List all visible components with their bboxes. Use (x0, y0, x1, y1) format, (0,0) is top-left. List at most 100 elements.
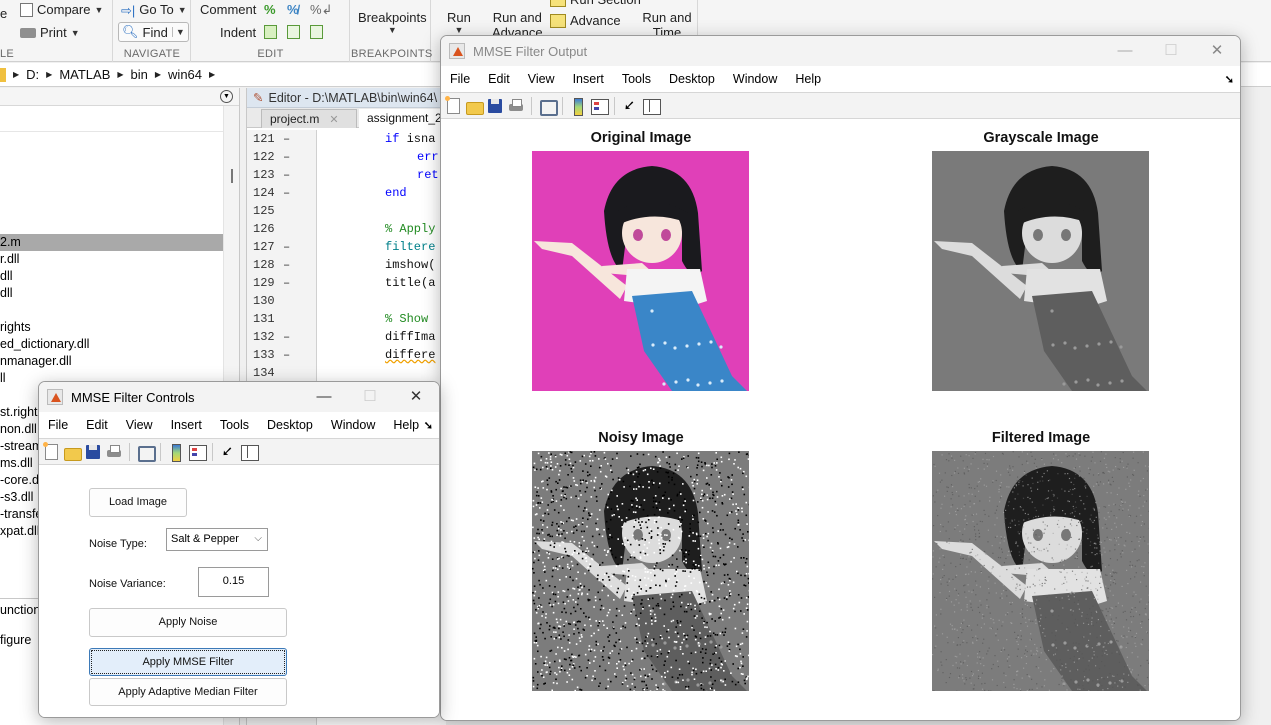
menu-tools[interactable]: Tools (613, 72, 660, 86)
dress-dot (1109, 340, 1113, 344)
close-button[interactable]: ✕ (1194, 36, 1240, 66)
edit-plot-pointer-icon[interactable] (621, 97, 639, 115)
noise-type-dropdown[interactable]: Salt & Pepper ⌵ (166, 528, 268, 551)
apply-noise-button[interactable]: Apply Noise (89, 608, 287, 637)
menu-insert[interactable]: Insert (564, 72, 613, 86)
controls-titlebar: MMSE Filter Controls — ☐ ✕ (39, 382, 439, 412)
chevron-down-icon: ▼ (454, 25, 464, 35)
edit-plot-pointer-icon[interactable] (219, 443, 237, 461)
tab-assignment[interactable]: assignment_2 (359, 109, 450, 128)
file-list-item[interactable]: dll (0, 268, 224, 285)
apply-adaptive-median-button[interactable]: Apply Adaptive Median Filter (89, 678, 287, 706)
breakpoint-marker[interactable]: – (283, 130, 290, 148)
chevron-down-icon: ▼ (94, 4, 104, 15)
comment-button[interactable]: Comment (200, 2, 256, 17)
run-button[interactable]: Run ▼ (447, 10, 471, 35)
breakpoint-marker[interactable]: – (283, 148, 290, 166)
save-icon[interactable] (84, 443, 102, 461)
advance-button[interactable]: Advance (550, 13, 621, 28)
menu-desktop[interactable]: Desktop (258, 418, 322, 432)
insert-legend-icon[interactable] (188, 443, 207, 461)
menu-file[interactable]: File (39, 418, 77, 432)
breakpoint-marker[interactable]: – (283, 328, 290, 346)
close-tab-icon[interactable]: ✕ (329, 114, 338, 126)
file-list-item[interactable]: 2.m (0, 234, 224, 251)
line-number: 121 (253, 132, 275, 146)
menu-desktop[interactable]: Desktop (660, 72, 724, 86)
breadcrumb-win64[interactable]: win64 (168, 67, 202, 82)
insert-legend-icon[interactable] (590, 97, 609, 115)
minimize-button[interactable]: — (301, 382, 347, 412)
file-list-item[interactable] (0, 302, 224, 319)
dress-dot (1086, 678, 1090, 682)
insert-colorbar-icon[interactable] (167, 443, 185, 462)
menu-view[interactable]: View (519, 72, 564, 86)
breakpoint-marker[interactable]: – (283, 166, 290, 184)
print-icon[interactable] (507, 97, 525, 115)
uncomment-icon[interactable]: %̸ (287, 2, 299, 17)
increase-indent-icon[interactable] (287, 25, 300, 39)
menu-view[interactable]: View (117, 418, 162, 432)
scrollbar-thumb[interactable] (231, 169, 233, 183)
menu-edit[interactable]: Edit (77, 418, 117, 432)
file-list-item[interactable]: r.dll (0, 251, 224, 268)
menu-file[interactable]: File (441, 72, 479, 86)
dress-dot (1050, 309, 1054, 313)
dock-arrow-icon[interactable]: ➘ (1225, 73, 1234, 86)
link-plot-icon[interactable] (136, 443, 156, 462)
apply-mmse-filter-button[interactable]: Apply MMSE Filter (89, 648, 287, 676)
compare-button[interactable]: Compare ▼ (20, 2, 103, 17)
menu-window[interactable]: Window (724, 72, 786, 86)
print-button[interactable]: Print ▼ (20, 25, 80, 40)
open-file-icon[interactable] (465, 97, 484, 115)
menu-help[interactable]: Help (384, 418, 428, 432)
menu-window[interactable]: Window (322, 418, 384, 432)
property-inspector-icon[interactable] (642, 97, 661, 115)
save-icon[interactable] (486, 97, 504, 115)
wrap-comments-icon[interactable]: %↲ (310, 2, 332, 18)
run-section-button[interactable]: Run Section (550, 0, 641, 7)
tab-project-m[interactable]: project.m ✕ (261, 109, 357, 128)
breadcrumb-bin[interactable]: bin (131, 67, 148, 82)
file-list-item[interactable]: nmanager.dll (0, 353, 224, 370)
dock-arrow-icon[interactable]: ➘ (424, 419, 433, 432)
print-icon[interactable] (105, 443, 123, 461)
close-button[interactable]: ✕ (393, 382, 439, 412)
breadcrumb-drive[interactable]: D: (26, 67, 39, 82)
breakpoint-marker[interactable]: – (283, 256, 290, 274)
new-figure-icon[interactable] (445, 95, 460, 114)
indent-button[interactable]: Indent (220, 25, 256, 40)
smart-indent-icon[interactable] (264, 25, 277, 39)
menu-tools[interactable]: Tools (211, 418, 258, 432)
file-list-item[interactable]: dll (0, 285, 224, 302)
menu-help[interactable]: Help (786, 72, 830, 86)
file-list-item[interactable]: ed_dictionary.dll (0, 336, 224, 353)
insert-colorbar-icon[interactable] (569, 97, 587, 116)
panel-actions-icon[interactable]: ▼ (220, 90, 233, 103)
chevron-down-icon: ▼ (387, 25, 397, 35)
open-file-icon[interactable] (63, 443, 82, 461)
decrease-indent-icon[interactable] (310, 25, 323, 39)
menu-insert[interactable]: Insert (162, 418, 211, 432)
breadcrumb-matlab[interactable]: MATLAB (59, 67, 110, 82)
link-plot-icon[interactable] (538, 97, 558, 116)
breakpoints-button[interactable]: Breakpoints ▼ (358, 10, 427, 35)
minimize-button[interactable]: — (1102, 36, 1148, 66)
breakpoint-marker[interactable]: – (283, 346, 290, 364)
breakpoint-marker[interactable]: – (283, 274, 290, 292)
find-button[interactable]: 🔍︎ Find ▼ (118, 22, 189, 42)
maximize-button[interactable]: ☐ (1148, 36, 1194, 66)
noise-variance-input[interactable]: 0.15 (198, 567, 269, 597)
maximize-button[interactable]: ☐ (347, 382, 393, 412)
load-image-button[interactable]: Load Image (89, 488, 187, 517)
goto-button[interactable]: ⇨| Go To ▼ (121, 2, 187, 18)
file-list-item[interactable]: rights (0, 319, 224, 336)
dress-dot (1085, 344, 1089, 348)
new-figure-icon[interactable] (43, 441, 58, 460)
breakpoint-marker[interactable]: – (283, 238, 290, 256)
window-title: MMSE Filter Controls (71, 389, 195, 405)
comment-percent-icon[interactable]: % (264, 2, 276, 17)
property-inspector-icon[interactable] (240, 443, 259, 461)
menu-edit[interactable]: Edit (479, 72, 519, 86)
breakpoint-marker[interactable]: – (283, 184, 290, 202)
